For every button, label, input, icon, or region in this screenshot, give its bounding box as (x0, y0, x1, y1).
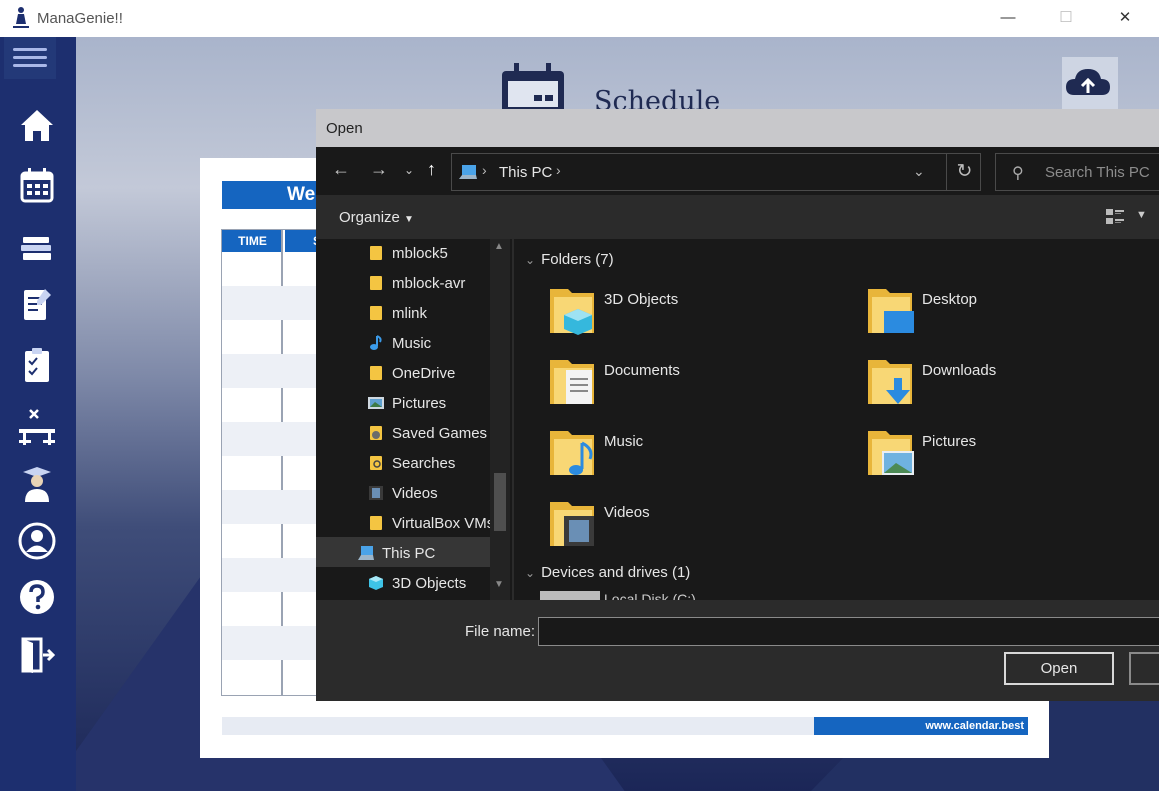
pictures-folder-icon (868, 431, 914, 475)
schedule-grid: TIME S (221, 229, 321, 696)
folder-videos[interactable]: Videos (548, 496, 848, 562)
maximize-button[interactable]: ☐ (1051, 6, 1081, 30)
recent-locations-chevron-icon[interactable]: ⌄ (404, 163, 414, 177)
drive-icon[interactable] (540, 591, 600, 600)
address-row: ← → ⌄ ↑ › This PC › ⌄ ↻ ⚲ Search This PC (316, 147, 1159, 195)
week-header: We (222, 181, 322, 209)
devices-group-header[interactable]: ⌄ Devices and drives (1) (525, 564, 690, 581)
videos-folder-icon (550, 502, 594, 546)
folder-pictures[interactable]: Pictures (866, 425, 1159, 491)
refresh-icon[interactable]: ↻ (946, 154, 982, 190)
app-logo-icon (13, 7, 29, 28)
organize-menu-button[interactable]: Organize ▼ (339, 209, 414, 226)
view-dropdown-icon[interactable]: ▼ (1136, 209, 1147, 221)
folder-3d-objects[interactable]: 3D Objects (548, 283, 848, 349)
chevron-down-icon: ⌄ (525, 253, 536, 267)
this-pc-icon (358, 546, 374, 560)
filename-input[interactable] (538, 617, 1159, 646)
cancel-button[interactable] (1129, 652, 1159, 685)
cloud-upload-button[interactable] (1062, 57, 1118, 109)
table-row (222, 626, 321, 660)
dialog-title: Open (326, 120, 363, 137)
scroll-thumb[interactable] (494, 473, 506, 531)
open-button[interactable]: Open (1004, 652, 1114, 685)
scroll-down-icon[interactable]: ▼ (494, 579, 504, 590)
address-bar[interactable]: › This PC › ⌄ ↻ (451, 153, 981, 191)
folder-desktop[interactable]: Desktop (866, 283, 1159, 349)
folder-documents[interactable]: Documents (548, 354, 848, 420)
chevron-down-icon: ▼ (404, 214, 414, 225)
pictures-icon (368, 397, 384, 409)
checklist-icon[interactable] (17, 345, 57, 385)
view-options-icon[interactable] (1105, 207, 1125, 227)
app-title: ManaGenie!! (37, 10, 123, 27)
content-pane: ⌄ Folders (7) 3D Objects Desktop Document (514, 239, 1159, 600)
dialog-toolbar: Organize ▼ ▼ (316, 195, 1159, 239)
this-pc-icon (459, 165, 477, 179)
folder-music[interactable]: Music (548, 425, 848, 491)
notes-icon[interactable] (17, 283, 57, 323)
music-folder-icon (550, 431, 594, 475)
profile-icon[interactable] (17, 521, 57, 561)
schedule-calendar-icon (502, 63, 564, 111)
app-titlebar: ManaGenie!! — ☐ ✕ (0, 0, 1159, 37)
open-file-dialog: Open ← → ⌄ ↑ › This PC › ⌄ ↻ ⚲ Search Th… (316, 109, 1159, 701)
folder-icon (370, 516, 382, 530)
dialog-bottom-bar: File name: Open (316, 600, 1159, 701)
footer-link[interactable]: www.calendar.best (814, 717, 1028, 735)
table-row (222, 422, 321, 456)
nav-scrollbar[interactable]: ▲ ▼ (490, 239, 510, 600)
cloud-upload-icon (1066, 69, 1110, 95)
folder-icon (370, 366, 382, 380)
filename-label: File name: (465, 623, 536, 640)
hamburger-menu-button[interactable] (4, 37, 56, 79)
close-button[interactable]: ✕ (1110, 6, 1140, 30)
up-arrow-icon[interactable]: ↑ (427, 159, 436, 180)
search-icon: ⚲ (1012, 165, 1024, 182)
saved-games-icon (370, 426, 382, 440)
search-input[interactable]: ⚲ Search This PC (995, 153, 1159, 191)
table-row (222, 490, 321, 524)
folders-group-header[interactable]: ⌄ Folders (7) (525, 251, 614, 268)
minimize-button[interactable]: — (993, 6, 1023, 30)
search-folder-icon (370, 456, 382, 470)
sidebar (0, 37, 76, 791)
videos-icon (369, 486, 383, 500)
documents-folder-icon (550, 360, 594, 404)
help-icon[interactable] (17, 577, 57, 617)
folder-downloads[interactable]: Downloads (866, 354, 1159, 420)
3d-objects-icon (369, 576, 383, 590)
folder-icon (370, 306, 382, 320)
navigation-pane: mblock5 mblock-avr mlink Music OneDrive … (316, 239, 512, 600)
search-placeholder: Search This PC (1045, 164, 1150, 181)
organize-label: Organize (339, 209, 400, 226)
graduate-icon[interactable] (17, 464, 57, 504)
chevron-down-icon: ⌄ (525, 566, 536, 580)
calendar-icon[interactable] (17, 165, 57, 205)
breadcrumb-separator-icon: › (482, 162, 487, 178)
scroll-up-icon[interactable]: ▲ (494, 241, 504, 252)
table-row (222, 558, 321, 592)
breadcrumb-this-pc[interactable]: This PC (499, 164, 552, 181)
dialog-titlebar: Open (316, 109, 1159, 147)
desktop-folder-icon (868, 289, 914, 333)
back-arrow-icon[interactable]: ← (332, 159, 350, 180)
table-row (222, 286, 321, 320)
breadcrumb-chevron-icon[interactable]: › (556, 162, 561, 178)
folder-icon (370, 276, 382, 290)
books-icon[interactable] (17, 227, 57, 267)
forward-arrow-icon[interactable]: → (370, 159, 388, 180)
home-icon[interactable] (17, 105, 57, 145)
exam-desk-icon[interactable] (17, 407, 57, 447)
3d-objects-folder-icon (550, 289, 594, 335)
table-row (222, 354, 321, 388)
address-dropdown-icon[interactable]: ⌄ (913, 163, 925, 180)
logout-icon[interactable] (17, 635, 57, 675)
drive-label[interactable]: Local Disk (C:) (604, 591, 696, 600)
music-note-icon (370, 335, 382, 350)
downloads-folder-icon (868, 360, 912, 404)
folder-icon (370, 246, 382, 260)
